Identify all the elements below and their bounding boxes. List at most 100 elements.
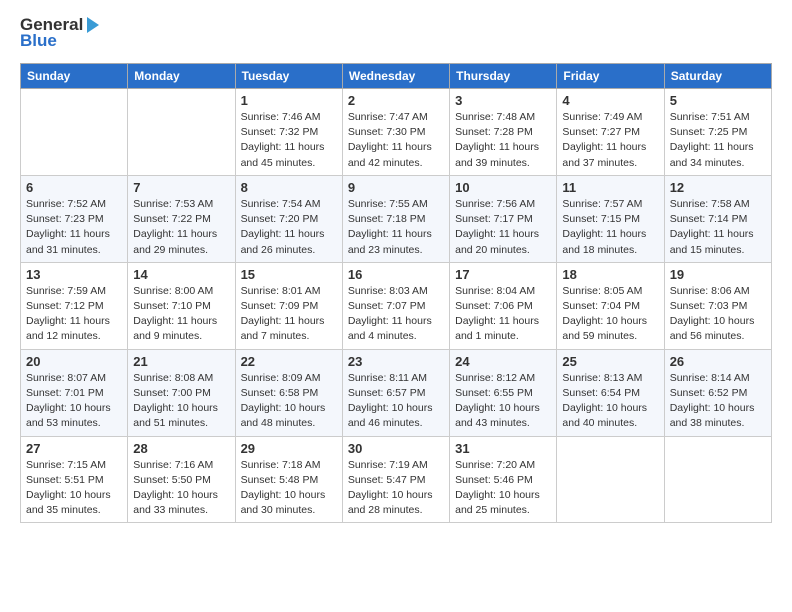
col-header-wednesday: Wednesday [342, 64, 449, 89]
day-info-text: Daylight: 11 hours and 18 minutes. [562, 227, 658, 257]
day-number: 8 [241, 180, 337, 195]
day-info-text: Daylight: 11 hours and 20 minutes. [455, 227, 551, 257]
day-cell: 6Sunrise: 7:52 AMSunset: 7:23 PMDaylight… [21, 175, 128, 262]
header-row: SundayMondayTuesdayWednesdayThursdayFrid… [21, 64, 772, 89]
day-cell: 4Sunrise: 7:49 AMSunset: 7:27 PMDaylight… [557, 89, 664, 176]
day-info-text: Sunrise: 7:57 AM [562, 197, 658, 212]
day-info-text: Sunset: 5:47 PM [348, 473, 444, 488]
day-info-text: Sunset: 7:17 PM [455, 212, 551, 227]
day-number: 30 [348, 441, 444, 456]
day-info-text: Daylight: 10 hours and 43 minutes. [455, 401, 551, 431]
day-cell: 11Sunrise: 7:57 AMSunset: 7:15 PMDayligh… [557, 175, 664, 262]
day-number: 4 [562, 93, 658, 108]
day-cell: 1 Sunrise: 7:46 AMSunset: 7:32 PMDaylight… [235, 89, 342, 176]
day-cell: 19Sunrise: 8:06 AMSunset: 7:03 PMDayligh… [664, 262, 771, 349]
day-info-text: Daylight: 11 hours and 4 minutes. [348, 314, 444, 344]
day-cell: 7Sunrise: 7:53 AMSunset: 7:22 PMDaylight… [128, 175, 235, 262]
day-cell: 5Sunrise: 7:51 AMSunset: 7:25 PMDaylight… [664, 89, 771, 176]
day-cell: 31Sunrise: 7:20 AMSunset: 5:46 PMDayligh… [450, 436, 557, 523]
day-info-text: Daylight: 10 hours and 51 minutes. [133, 401, 229, 431]
day-cell: 2Sunrise: 7:47 AMSunset: 7:30 PMDaylight… [342, 89, 449, 176]
day-number: 18 [562, 267, 658, 282]
day-info-text: Sunset: 7:07 PM [348, 299, 444, 314]
day-info-text: Daylight: 11 hours and 31 minutes. [26, 227, 122, 257]
day-info-text: Daylight: 11 hours and 39 minutes. [455, 140, 551, 170]
day-info-text: Daylight: 10 hours and 46 minutes. [348, 401, 444, 431]
day-cell: 22Sunrise: 8:09 AMSunset: 6:58 PMDayligh… [235, 349, 342, 436]
day-info-text: Sunset: 6:58 PM [241, 386, 337, 401]
day-cell: 13Sunrise: 7:59 AMSunset: 7:12 PMDayligh… [21, 262, 128, 349]
day-info-text: Daylight: 10 hours and 56 minutes. [670, 314, 766, 344]
day-info-text: Daylight: 11 hours and 42 minutes. [348, 140, 444, 170]
day-info-text: Sunset: 7:18 PM [348, 212, 444, 227]
day-info-text: Daylight: 11 hours and 15 minutes. [670, 227, 766, 257]
day-number: 9 [348, 180, 444, 195]
day-info-text: Sunset: 7:32 PM [241, 125, 337, 140]
day-number: 16 [348, 267, 444, 282]
day-info-text: Daylight: 11 hours and 7 minutes. [241, 314, 337, 344]
day-cell: 15Sunrise: 8:01 AMSunset: 7:09 PMDayligh… [235, 262, 342, 349]
day-number: 10 [455, 180, 551, 195]
day-number: 17 [455, 267, 551, 282]
day-info-text: Sunset: 7:15 PM [562, 212, 658, 227]
col-header-sunday: Sunday [21, 64, 128, 89]
day-info-text: Sunrise: 7:46 AM [241, 110, 337, 125]
day-info-text: Sunset: 6:55 PM [455, 386, 551, 401]
day-info-text: Sunset: 7:00 PM [133, 386, 229, 401]
day-info-text: Daylight: 10 hours and 30 minutes. [241, 488, 337, 518]
day-info-text: Sunrise: 7:51 AM [670, 110, 766, 125]
day-info-text: Sunrise: 7:20 AM [455, 458, 551, 473]
day-number: 2 [348, 93, 444, 108]
day-number: 6 [26, 180, 122, 195]
day-number: 21 [133, 354, 229, 369]
day-info-text: Sunset: 7:09 PM [241, 299, 337, 314]
day-info-text: Sunrise: 8:08 AM [133, 371, 229, 386]
day-info-text: Daylight: 11 hours and 45 minutes. [241, 140, 337, 170]
calendar-table: SundayMondayTuesdayWednesdayThursdayFrid… [20, 63, 772, 523]
day-info-text: Sunrise: 7:15 AM [26, 458, 122, 473]
day-info-text: Sunset: 7:04 PM [562, 299, 658, 314]
day-info-text: Sunset: 7:01 PM [26, 386, 122, 401]
day-info-text: Sunrise: 7:18 AM [241, 458, 337, 473]
day-info-text: Sunrise: 7:19 AM [348, 458, 444, 473]
day-info-text: Daylight: 10 hours and 48 minutes. [241, 401, 337, 431]
day-number: 27 [26, 441, 122, 456]
day-info-text: Sunrise: 8:07 AM [26, 371, 122, 386]
col-header-thursday: Thursday [450, 64, 557, 89]
day-info-text: Daylight: 10 hours and 28 minutes. [348, 488, 444, 518]
day-cell: 12 Sunrise: 7:58 AMSunset: 7:14 PMDayligh… [664, 175, 771, 262]
day-info-text: Daylight: 11 hours and 23 minutes. [348, 227, 444, 257]
day-info-text: Daylight: 10 hours and 35 minutes. [26, 488, 122, 518]
week-row-3: 13Sunrise: 7:59 AMSunset: 7:12 PMDayligh… [21, 262, 772, 349]
week-row-1: 1Sunrise: 7:46 AMSunset: 7:32 PMDaylight… [21, 89, 772, 176]
day-info-text: Sunset: 7:30 PM [348, 125, 444, 140]
day-number: 5 [670, 93, 766, 108]
day-cell: 20Sunrise: 8:07 AMSunset: 7:01 PMDayligh… [21, 349, 128, 436]
day-info-text: Daylight: 11 hours and 29 minutes. [133, 227, 229, 257]
day-number: 1 [241, 93, 337, 108]
day-info-text: Sunrise: 8:05 AM [562, 284, 658, 299]
day-info-text: Sunrise: 7:58 AM [670, 197, 766, 212]
day-info-text: Daylight: 11 hours and 1 minute. [455, 314, 551, 344]
day-cell: 27Sunrise: 7:15 AMSunset: 5:51 PMDayligh… [21, 436, 128, 523]
day-number: 12 [670, 180, 766, 195]
day-cell [557, 436, 664, 523]
day-info-text: Sunset: 7:27 PM [562, 125, 658, 140]
day-number: 13 [26, 267, 122, 282]
day-info-text: Sunrise: 8:03 AM [348, 284, 444, 299]
day-info-text: Sunrise: 7:49 AM [562, 110, 658, 125]
day-info-text: Sunset: 7:14 PM [670, 212, 766, 227]
page-header: General Blue [20, 15, 772, 51]
day-info-text: Daylight: 10 hours and 40 minutes. [562, 401, 658, 431]
day-info-text: Sunset: 7:06 PM [455, 299, 551, 314]
col-header-friday: Friday [557, 64, 664, 89]
day-info-text: Sunset: 7:22 PM [133, 212, 229, 227]
day-cell [21, 89, 128, 176]
day-info-text: Sunrise: 7:53 AM [133, 197, 229, 212]
day-info-text: Daylight: 10 hours and 53 minutes. [26, 401, 122, 431]
day-cell: 29Sunrise: 7:18 AMSunset: 5:48 PMDayligh… [235, 436, 342, 523]
day-cell: 24Sunrise: 8:12 AMSunset: 6:55 PMDayligh… [450, 349, 557, 436]
day-number: 15 [241, 267, 337, 282]
day-cell [664, 436, 771, 523]
day-info-text: Daylight: 11 hours and 34 minutes. [670, 140, 766, 170]
